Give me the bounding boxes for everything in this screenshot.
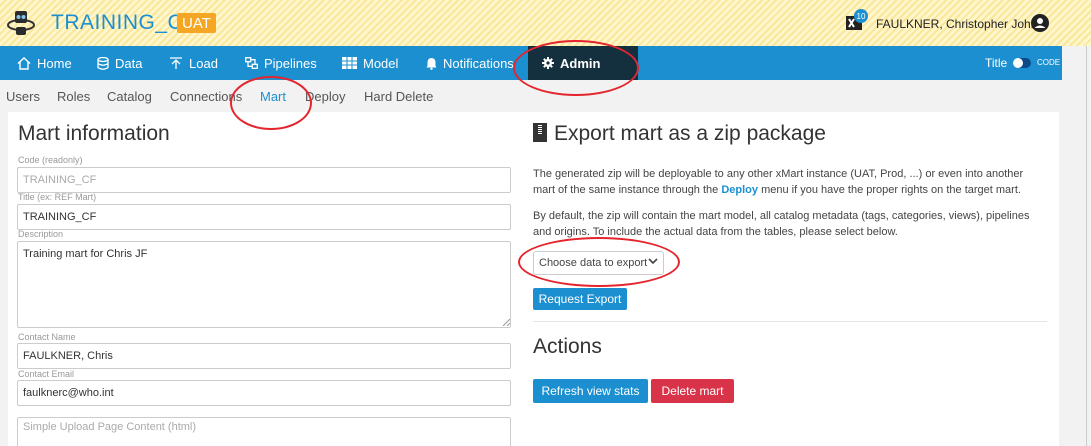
resize-grip-icon[interactable] xyxy=(502,318,510,326)
contact-email-label: Contact Email xyxy=(18,369,75,379)
nav-item-pipelines[interactable]: Pipelines xyxy=(245,46,317,80)
refresh-view-stats-button[interactable]: Refresh view stats xyxy=(533,379,648,403)
subnav-item-deploy[interactable]: Deploy xyxy=(305,89,345,104)
nav-label-data: Data xyxy=(115,55,143,71)
environment-badge: UAT xyxy=(177,13,216,33)
delete-mart-button[interactable]: Delete mart xyxy=(651,379,734,403)
scrollbar-edge xyxy=(1086,46,1087,446)
model-icon xyxy=(342,57,357,69)
notification-count-badge: 10 xyxy=(854,9,868,23)
export-default-note: By default, the zip will contain the mar… xyxy=(533,210,1030,238)
nav-item-data[interactable]: Data xyxy=(97,46,142,80)
mart-info-heading: Mart information xyxy=(18,122,170,145)
nav-label-notifications: Notifications xyxy=(443,55,514,71)
main-nav: Home Data Load Pipelines Model Notificat… xyxy=(0,46,1062,80)
nav-item-home[interactable]: Home xyxy=(17,46,72,80)
nav-item-notifications[interactable]: Notifications xyxy=(426,46,514,80)
home-icon xyxy=(17,56,31,70)
nav-item-model[interactable]: Model xyxy=(342,46,398,80)
title-toggle-label: Title xyxy=(985,56,1008,70)
code-toggle-label: CODE xyxy=(1037,58,1061,67)
subnav-item-users[interactable]: Users xyxy=(6,89,40,104)
section-divider xyxy=(533,321,1047,322)
subnav-item-connections[interactable]: Connections xyxy=(170,89,242,104)
upload-icon xyxy=(170,56,182,69)
subnav-item-catalog[interactable]: Catalog xyxy=(107,89,152,104)
nav-item-load[interactable]: Load xyxy=(169,46,218,80)
contact-name-field[interactable]: FAULKNER, Chris xyxy=(17,343,511,369)
xmart-logo-icon xyxy=(7,11,35,35)
contact-name-label: Contact Name xyxy=(18,332,76,342)
app-title[interactable]: TRAINING_CF xyxy=(51,11,197,35)
nav-label-admin: Admin xyxy=(560,55,601,71)
title-field[interactable]: TRAINING_CF xyxy=(17,204,511,230)
description-label: Description xyxy=(18,229,64,239)
nav-label-pipelines: Pipelines xyxy=(264,55,317,71)
contact-email-field[interactable]: faulknerc@who.int xyxy=(17,380,511,406)
app-header: TRAINING_CF UAT 10 FAULKNER, Christopher… xyxy=(0,0,1091,46)
bell-icon xyxy=(426,57,437,70)
user-name[interactable]: FAULKNER, Christopher John xyxy=(876,17,1037,31)
nav-label-model: Model xyxy=(363,55,399,71)
subnav-item-hard-delete[interactable]: Hard Delete xyxy=(364,89,433,104)
description-field[interactable]: Training mart for Chris JF xyxy=(17,241,511,328)
zip-file-icon-zipper xyxy=(538,125,542,134)
request-export-button[interactable]: Request Export xyxy=(533,288,627,310)
database-icon xyxy=(97,56,109,70)
subnav-item-mart[interactable]: Mart xyxy=(260,89,286,104)
user-avatar-icon[interactable] xyxy=(1031,14,1049,32)
export-description: The generated zip will be deployable to … xyxy=(533,166,1043,198)
toggle-knob[interactable] xyxy=(1013,58,1023,68)
nav-label-home: Home xyxy=(37,55,72,71)
export-description-part2: menu if you have the proper rights on th… xyxy=(758,184,1021,196)
data-to-export-select[interactable]: Choose data to export xyxy=(533,251,664,275)
title-label: Title (ex: REF Mart) xyxy=(18,192,97,202)
chevron-down-icon xyxy=(648,258,658,265)
nav-item-admin[interactable]: Admin xyxy=(528,46,638,80)
deploy-link[interactable]: Deploy xyxy=(721,184,758,196)
upload-page-content-field[interactable]: Simple Upload Page Content (html) xyxy=(17,417,511,446)
nav-label-load: Load xyxy=(189,55,218,71)
actions-heading: Actions xyxy=(533,335,602,358)
export-heading: Export mart as a zip package xyxy=(554,122,826,145)
pipelines-icon xyxy=(245,57,258,69)
gear-icon xyxy=(542,57,554,69)
code-field: TRAINING_CF xyxy=(17,167,511,193)
subnav-item-roles[interactable]: Roles xyxy=(57,89,90,104)
code-label: Code (readonly) xyxy=(18,155,83,165)
